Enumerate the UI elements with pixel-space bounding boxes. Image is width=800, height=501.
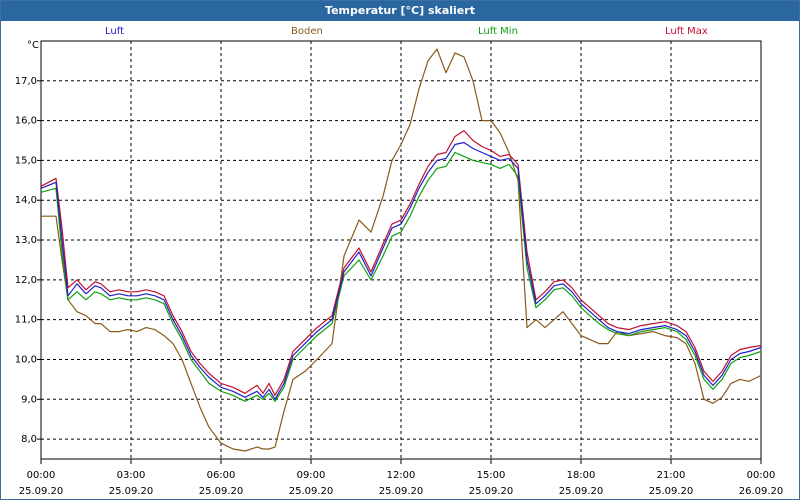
xtick-time-label: 15:00: [477, 470, 506, 481]
ytick-label: 12,0: [15, 275, 37, 286]
ytick-label: 16,0: [15, 116, 37, 127]
xtick-time-label: 06:00: [207, 470, 236, 481]
xtick-date-label: 25.09.20: [19, 486, 64, 497]
xtick-date-label: 25.09.20: [559, 486, 604, 497]
xtick-time-label: 00:00: [747, 470, 776, 481]
ytick-label: 15,0: [15, 155, 37, 166]
xtick-date-label: 25.09.20: [649, 486, 694, 497]
ytick-label: 11,0: [15, 315, 37, 326]
xtick-date-label: 25.09.20: [199, 486, 244, 497]
xtick-time-label: 18:00: [567, 470, 596, 481]
xtick-time-label: 00:00: [27, 470, 56, 481]
chart-window: Temperatur [°C] skaliert Luft Boden Luft…: [0, 0, 800, 500]
xtick-date-label: 25.09.20: [469, 486, 514, 497]
xtick-date-label: 25.09.20: [379, 486, 424, 497]
xtick-time-label: 12:00: [387, 470, 416, 481]
ytick-label: 13,0: [15, 235, 37, 246]
plot-area: 8,0 9,0 10,0 11,0 12,0 13,0 14,0 15,0 16,0 17,0 00…: [15, 40, 784, 497]
xtick-time-label: 03:00: [117, 470, 146, 481]
ytick-label: 8,0: [21, 434, 37, 445]
xtick-date-label: 25.09.20: [289, 486, 334, 497]
xtick-date-label: 26.09.20: [739, 486, 784, 497]
ytick-label: 14,0: [15, 195, 37, 206]
xtick-time-label: 21:00: [657, 470, 686, 481]
ytick-label: 10,0: [15, 354, 37, 365]
xtick-date-label: 25.09.20: [109, 486, 154, 497]
ytick-label: 17,0: [15, 76, 37, 87]
ytick-label: 9,0: [21, 394, 37, 405]
xtick-time-label: 09:00: [297, 470, 326, 481]
